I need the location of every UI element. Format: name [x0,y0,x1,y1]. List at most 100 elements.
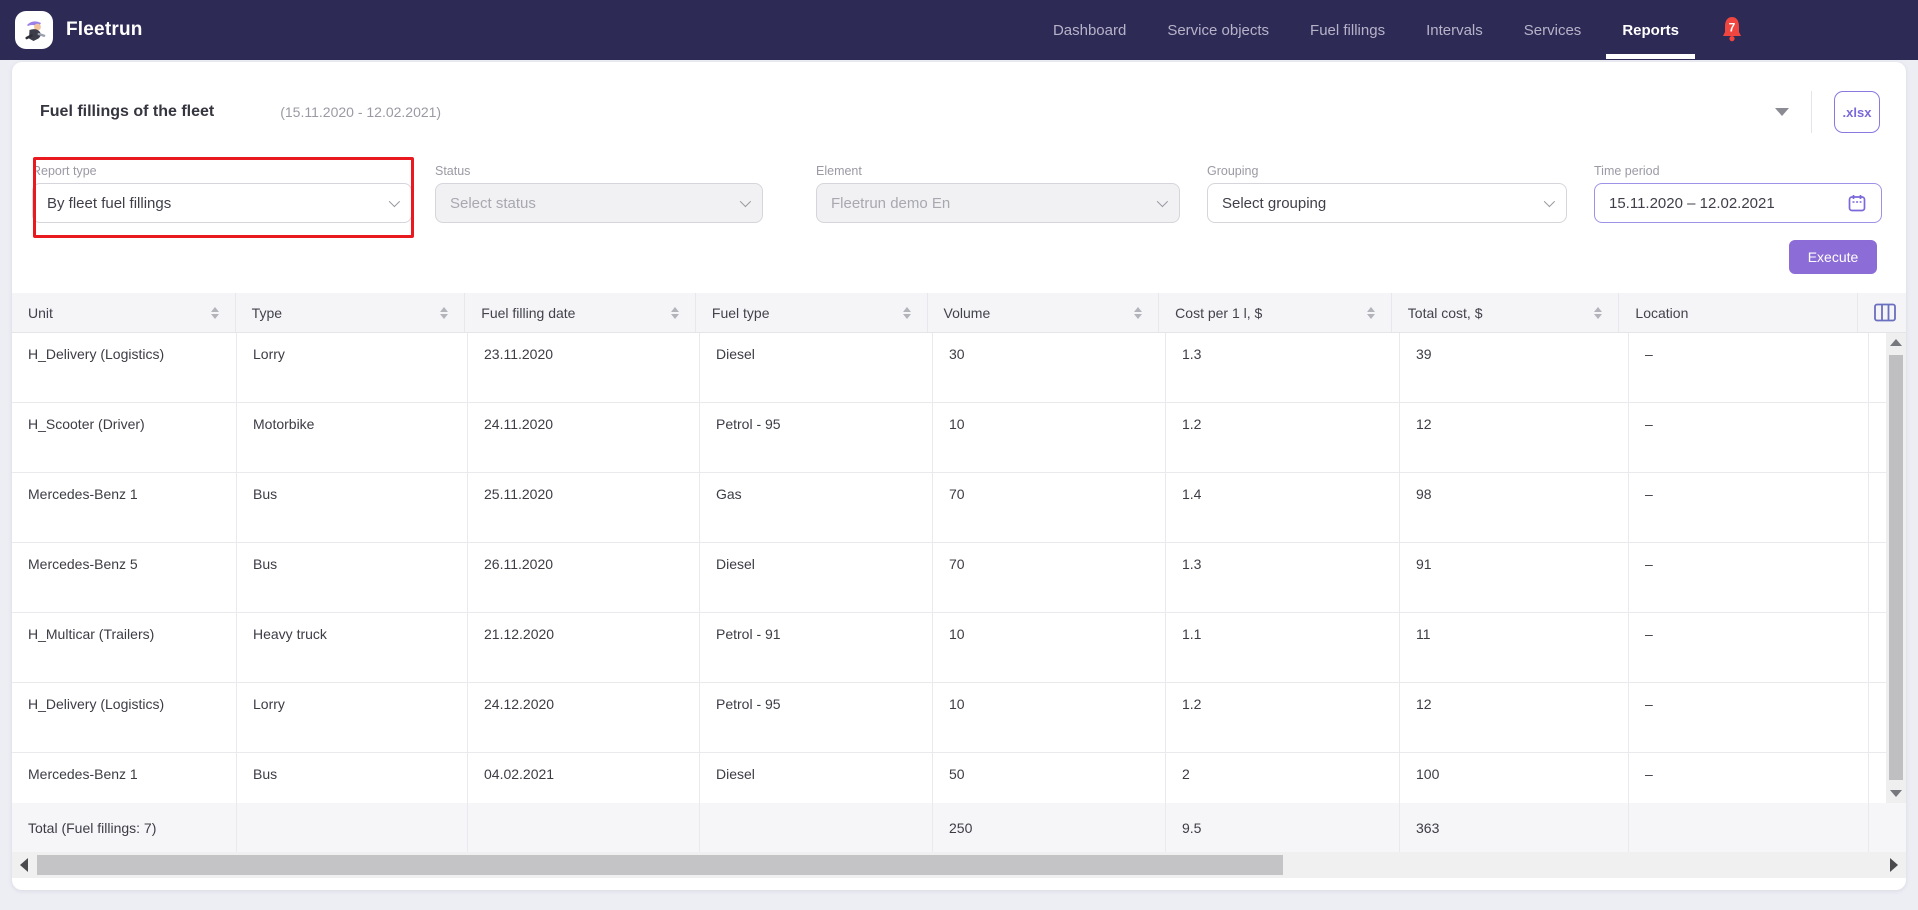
nav-item-service-objects[interactable]: Service objects [1167,22,1269,39]
execute-button[interactable]: Execute [1789,240,1877,274]
table-cell: Bus [237,753,468,803]
total-cost: 363 [1400,803,1629,852]
scroll-left-arrow-icon[interactable] [20,858,28,872]
scroll-up-arrow-icon[interactable] [1890,339,1902,346]
scroll-right-arrow-icon[interactable] [1890,858,1898,872]
grouping-placeholder: Select grouping [1222,195,1326,212]
fleetrun-logo[interactable] [15,11,53,49]
table-header-row: Unit Type Fuel filling date Fuel type Vo… [12,293,1906,333]
element-select[interactable]: Fleetrun demo En [816,183,1180,223]
filter-grouping: Grouping Select grouping [1207,164,1567,223]
table-cell: Heavy truck [237,613,468,682]
chevron-down-icon [1544,196,1555,207]
table-row[interactable]: Mercedes-Benz 1 Bus 25.11.2020 Gas 70 1.… [12,473,1906,543]
total-volume: 250 [933,803,1166,852]
table-cell: 11 [1400,613,1629,682]
notifications-button[interactable]: 7 [1720,15,1744,45]
column-header-type[interactable]: Type [236,293,466,332]
table-cell-filler [1869,803,1906,852]
table-cell: H_Delivery (Logistics) [12,683,237,752]
table-cell: Lorry [237,683,468,752]
report-date-range: (15.11.2020 - 12.02.2021) [280,104,441,120]
export-xlsx-button[interactable]: .xlsx [1834,91,1880,133]
nav-item-intervals[interactable]: Intervals [1426,22,1483,39]
table-cell: 1.2 [1166,403,1400,472]
table-cell: 1.1 [1166,613,1400,682]
nav-item-reports[interactable]: Reports [1622,22,1679,39]
brand-name[interactable]: Fleetrun [66,19,143,41]
column-header-fuel-filling-date[interactable]: Fuel filling date [465,293,696,332]
table-cell: 50 [933,753,1166,803]
bell-icon: 7 [1720,15,1744,45]
table-cell: 10 [933,613,1166,682]
horizontal-scrollbar[interactable] [12,852,1906,878]
chevron-down-icon [389,196,400,207]
header-divider [1811,91,1812,133]
table-cell: Petrol - 91 [700,613,933,682]
chevron-down-icon [740,196,751,207]
table-row[interactable]: H_Delivery (Logistics) Lorry 24.12.2020 … [12,683,1906,753]
report-type-select[interactable]: By fleet fuel fillings [32,183,412,223]
table-cell: – [1629,683,1869,752]
element-value: Fleetrun demo En [831,195,950,212]
column-settings-icon[interactable] [1874,303,1896,322]
nav-item-fuel-fillings[interactable]: Fuel fillings [1310,22,1385,39]
column-header-location[interactable]: Location [1619,293,1858,332]
table-cell: – [1629,753,1869,803]
table-row[interactable]: H_Multicar (Trailers) Heavy truck 21.12.… [12,613,1906,683]
table-cell: 1.4 [1166,473,1400,542]
grouping-select[interactable]: Select grouping [1207,183,1567,223]
table-cell: 24.12.2020 [468,683,700,752]
status-placeholder: Select status [450,195,536,212]
table-cell: Petrol - 95 [700,403,933,472]
sort-icon [211,307,219,319]
column-header-volume[interactable]: Volume [928,293,1160,332]
sort-icon [1594,307,1602,319]
table-cell: – [1629,333,1869,402]
total-label: Total (Fuel fillings: 7) [12,803,237,852]
horizontal-scrollbar-thumb[interactable] [37,855,1283,875]
table-cell: Mercedes-Benz 1 [12,473,237,542]
table-cell: Diesel [700,543,933,612]
table-cell: Motorbike [237,403,468,472]
collapse-chevron-icon[interactable] [1775,108,1789,116]
nav-item-dashboard[interactable]: Dashboard [1053,22,1126,39]
table-cell: 24.11.2020 [468,403,700,472]
table-cell: Gas [700,473,933,542]
column-header-total-cost[interactable]: Total cost, $ [1392,293,1620,332]
table-row[interactable]: Mercedes-Benz 5 Bus 26.11.2020 Diesel 70… [12,543,1906,613]
table-cell: 12 [1400,683,1629,752]
report-type-label: Report type [32,164,412,178]
time-period-input[interactable]: 15.11.2020 – 12.02.2021 [1594,183,1882,223]
nav-item-services[interactable]: Services [1524,22,1582,39]
table-cell: Petrol - 95 [700,683,933,752]
status-select[interactable]: Select status [435,183,763,223]
table-cell: Mercedes-Benz 1 [12,753,237,803]
column-header-cost-per-l[interactable]: Cost per 1 l, $ [1159,293,1392,332]
table-row[interactable]: H_Scooter (Driver) Motorbike 24.11.2020 … [12,403,1906,473]
table-row[interactable]: H_Delivery (Logistics) Lorry 23.11.2020 … [12,333,1906,403]
report-type-value: By fleet fuel fillings [47,195,171,212]
table-cell: 70 [933,473,1166,542]
filters-bar: Report type By fleet fuel fillings Statu… [12,162,1906,293]
table-row[interactable]: Mercedes-Benz 1 Bus 04.02.2021 Diesel 50… [12,753,1906,803]
report-card: Fuel fillings of the fleet (15.11.2020 -… [12,62,1906,890]
column-header-fuel-type[interactable]: Fuel type [696,293,928,332]
chevron-down-icon [1157,196,1168,207]
table-cell: 1.2 [1166,683,1400,752]
column-header-unit[interactable]: Unit [12,293,236,332]
time-period-value: 15.11.2020 – 12.02.2021 [1609,195,1775,212]
table-cell: 25.11.2020 [468,473,700,542]
scroll-down-arrow-icon[interactable] [1890,790,1902,797]
table-cell: 04.02.2021 [468,753,700,803]
filter-report-type: Report type By fleet fuel fillings [32,164,412,223]
report-title: Fuel fillings of the fleet [40,103,214,121]
nav-menu: Dashboard Service objects Fuel fillings … [1053,15,1918,45]
filter-element: Element Fleetrun demo En [816,164,1180,223]
table-cell: 1.3 [1166,333,1400,402]
table-cell: 1.3 [1166,543,1400,612]
vertical-scrollbar[interactable] [1886,333,1906,803]
vertical-scrollbar-thumb[interactable] [1889,355,1903,780]
table-cell: Diesel [700,753,933,803]
table-cell: Diesel [700,333,933,402]
